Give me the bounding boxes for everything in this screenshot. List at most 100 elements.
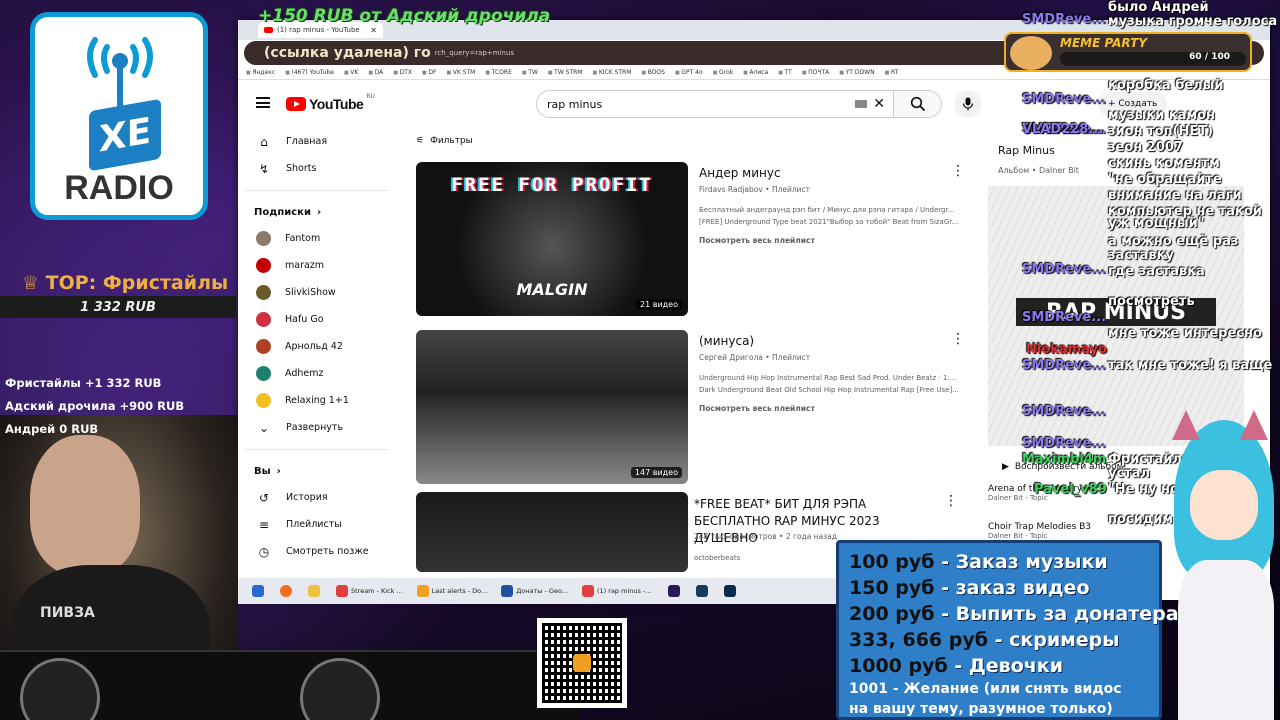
youtube-logo[interactable]: YouTube RU: [286, 93, 375, 112]
subscription-item[interactable]: Арнольд 42: [246, 333, 396, 360]
sidebar-item-watch-later[interactable]: ◷ Смотреть позже: [246, 538, 396, 565]
subscriptions-heading[interactable]: Подписки ›: [246, 199, 396, 225]
bookmark-item[interactable]: DF: [422, 69, 436, 76]
bookmark-item[interactable]: KICK STRM: [592, 69, 632, 76]
bookmark-item[interactable]: RT: [885, 69, 898, 76]
view-playlist-link[interactable]: Посмотреть весь плейлист: [699, 404, 815, 413]
bookmark-item[interactable]: TW: [522, 69, 538, 76]
bookmark-item[interactable]: DTX: [393, 69, 412, 76]
subscription-item[interactable]: Adhemz: [246, 360, 396, 387]
taskbar-app-label: (1) rap minus -...: [597, 587, 652, 595]
subscription-item[interactable]: Fantom: [246, 225, 396, 252]
subscription-item[interactable]: SlivkiShow: [246, 279, 396, 306]
search-result[interactable]: 147 видео (минуса) Сергей Дригола • Плейли…: [416, 330, 966, 498]
subscription-item[interactable]: Hafu Go: [246, 306, 396, 333]
taskbar-premiere[interactable]: [664, 581, 684, 601]
youtube-region: RU: [366, 93, 375, 100]
result-meta: Сергей Дригола • Плейлист: [699, 353, 811, 362]
view-playlist-link[interactable]: Посмотреть весь плейлист: [699, 236, 815, 245]
address-url: rch_query=rap+minus: [434, 49, 515, 57]
result-title[interactable]: Андер минус: [699, 166, 781, 180]
chat-message: зеон 2007: [1108, 140, 1183, 155]
chat-message: заставку: [1108, 248, 1174, 263]
description-line: Dark Underground Beat Old School Hip Hop…: [699, 386, 959, 394]
filters-icon: ⚟: [416, 136, 425, 146]
bookmark-item[interactable]: GPT 4o: [675, 69, 702, 76]
donation-entry: Фристайлы +1 332 RUB: [5, 376, 162, 390]
chat-username: SMDReve...: [1022, 358, 1107, 373]
price-description: - скримеры: [988, 629, 1120, 651]
chat-username: Niokamayo: [1026, 342, 1108, 357]
firefox-icon: [280, 585, 292, 597]
result-title[interactable]: (минуса): [699, 334, 754, 348]
sidebar-item-shorts[interactable]: ↯ Shorts: [246, 155, 396, 182]
result-thumbnail[interactable]: 147 видео: [416, 330, 688, 484]
menu-icon[interactable]: [256, 97, 270, 108]
vtuber-avatar: [1168, 410, 1280, 720]
clear-search-icon[interactable]: ✕: [873, 96, 885, 112]
bookmark-item[interactable]: ПОЧТА: [802, 69, 829, 76]
start-button[interactable]: [248, 581, 268, 601]
bookmark-item[interactable]: Grok: [713, 69, 733, 76]
result-thumbnail[interactable]: [416, 492, 688, 572]
price-amount: 150 руб: [849, 577, 935, 599]
video-count: 21 видео: [636, 299, 682, 310]
subscriptions-label: Подписки: [254, 206, 311, 218]
chat-username: SMDReve...: [1022, 262, 1107, 277]
audition-icon: [695, 585, 708, 597]
voice-search-button[interactable]: [954, 90, 982, 118]
bookmark-item[interactable]: Алиса: [743, 69, 768, 76]
keyboard-icon[interactable]: [855, 100, 868, 108]
subscription-item[interactable]: marazm: [246, 252, 396, 279]
search-icon: [910, 96, 925, 112]
price-row: 200 руб - Выпить за донатера: [849, 601, 1179, 627]
expand-subscriptions[interactable]: ⌄ Развернуть: [246, 414, 396, 441]
cat-ear-left: [1172, 410, 1200, 440]
bookmark-item[interactable]: VK: [344, 69, 358, 76]
watch-later-icon: ◷: [258, 544, 270, 559]
description-line: Underground Hip Hop Instrumental Rap Bes…: [699, 374, 957, 382]
result-thumbnail[interactable]: FREE FOR PROFIT MALGIN 21 видео: [416, 162, 688, 316]
taskbar-app[interactable]: Stream - Kick ...: [332, 581, 407, 601]
taskbar-photoshop[interactable]: [720, 581, 740, 601]
bookmark-item[interactable]: TT: [778, 69, 792, 76]
premiere-icon: [667, 585, 680, 597]
subscription-item[interactable]: Relaxing 1+1: [246, 387, 396, 414]
more-actions-icon[interactable]: ⋮: [951, 164, 965, 178]
bookmark-item[interactable]: Яндекс: [246, 69, 275, 76]
chat-username: Pavel_v89: [1034, 482, 1107, 497]
chevron-down-icon: ⌄: [258, 420, 270, 435]
bookmark-item[interactable]: TW STRM: [548, 69, 582, 76]
taskbar-app[interactable]: Last alerts - Do...: [413, 581, 492, 601]
search-query: rap minus: [547, 97, 603, 111]
sidebar-item-home[interactable]: ⌂ Главная: [246, 128, 396, 155]
donation-alert: +150 RUB от Адский дрочила: [258, 6, 551, 26]
search-button[interactable]: [894, 90, 942, 118]
channel-avatar: [256, 258, 271, 273]
more-actions-icon[interactable]: ⋮: [951, 332, 965, 346]
taskbar-app[interactable]: Донаты - Geo...: [497, 581, 572, 601]
result-meta: 248 тыс. просмотров • 2 года назад: [694, 532, 837, 541]
bookmark-item[interactable]: YT DOWN: [839, 69, 875, 76]
filters-button[interactable]: ⚟ Фильтры: [416, 136, 473, 146]
sidebar-item-label: История: [286, 492, 328, 503]
sidebar-item-playlists[interactable]: ≡ Плейлисты: [246, 511, 396, 538]
sidebar-item-history[interactable]: ↺ История: [246, 484, 396, 511]
close-tab-icon[interactable]: ✕: [370, 26, 377, 35]
search-input[interactable]: rap minus ✕: [536, 90, 894, 118]
taskbar-app[interactable]: (1) rap minus -...: [578, 581, 656, 601]
bookmark-item[interactable]: TCORE: [485, 69, 512, 76]
bookmark-item[interactable]: VK STM: [446, 69, 476, 76]
result-meta: Firdavs Radjabov • Плейлист: [699, 185, 811, 194]
taskbar-audition[interactable]: [692, 581, 712, 601]
taskbar-explorer[interactable]: [304, 581, 324, 601]
search-result[interactable]: FREE FOR PROFIT MALGIN 21 видео Андер минус…: [416, 162, 966, 330]
bookmark-item[interactable]: BOOS: [641, 69, 665, 76]
more-actions-icon[interactable]: ⋮: [944, 494, 958, 508]
taskbar-firefox[interactable]: [276, 581, 296, 601]
bookmark-item[interactable]: DA: [368, 69, 384, 76]
price-list-panel: 100 руб - Заказ музыки 150 руб - заказ ви…: [836, 540, 1179, 720]
bookmark-item[interactable]: (467) YouTube: [285, 69, 334, 76]
you-heading[interactable]: Вы ›: [246, 458, 396, 484]
chat-username: SMDReve...: [1022, 436, 1107, 451]
